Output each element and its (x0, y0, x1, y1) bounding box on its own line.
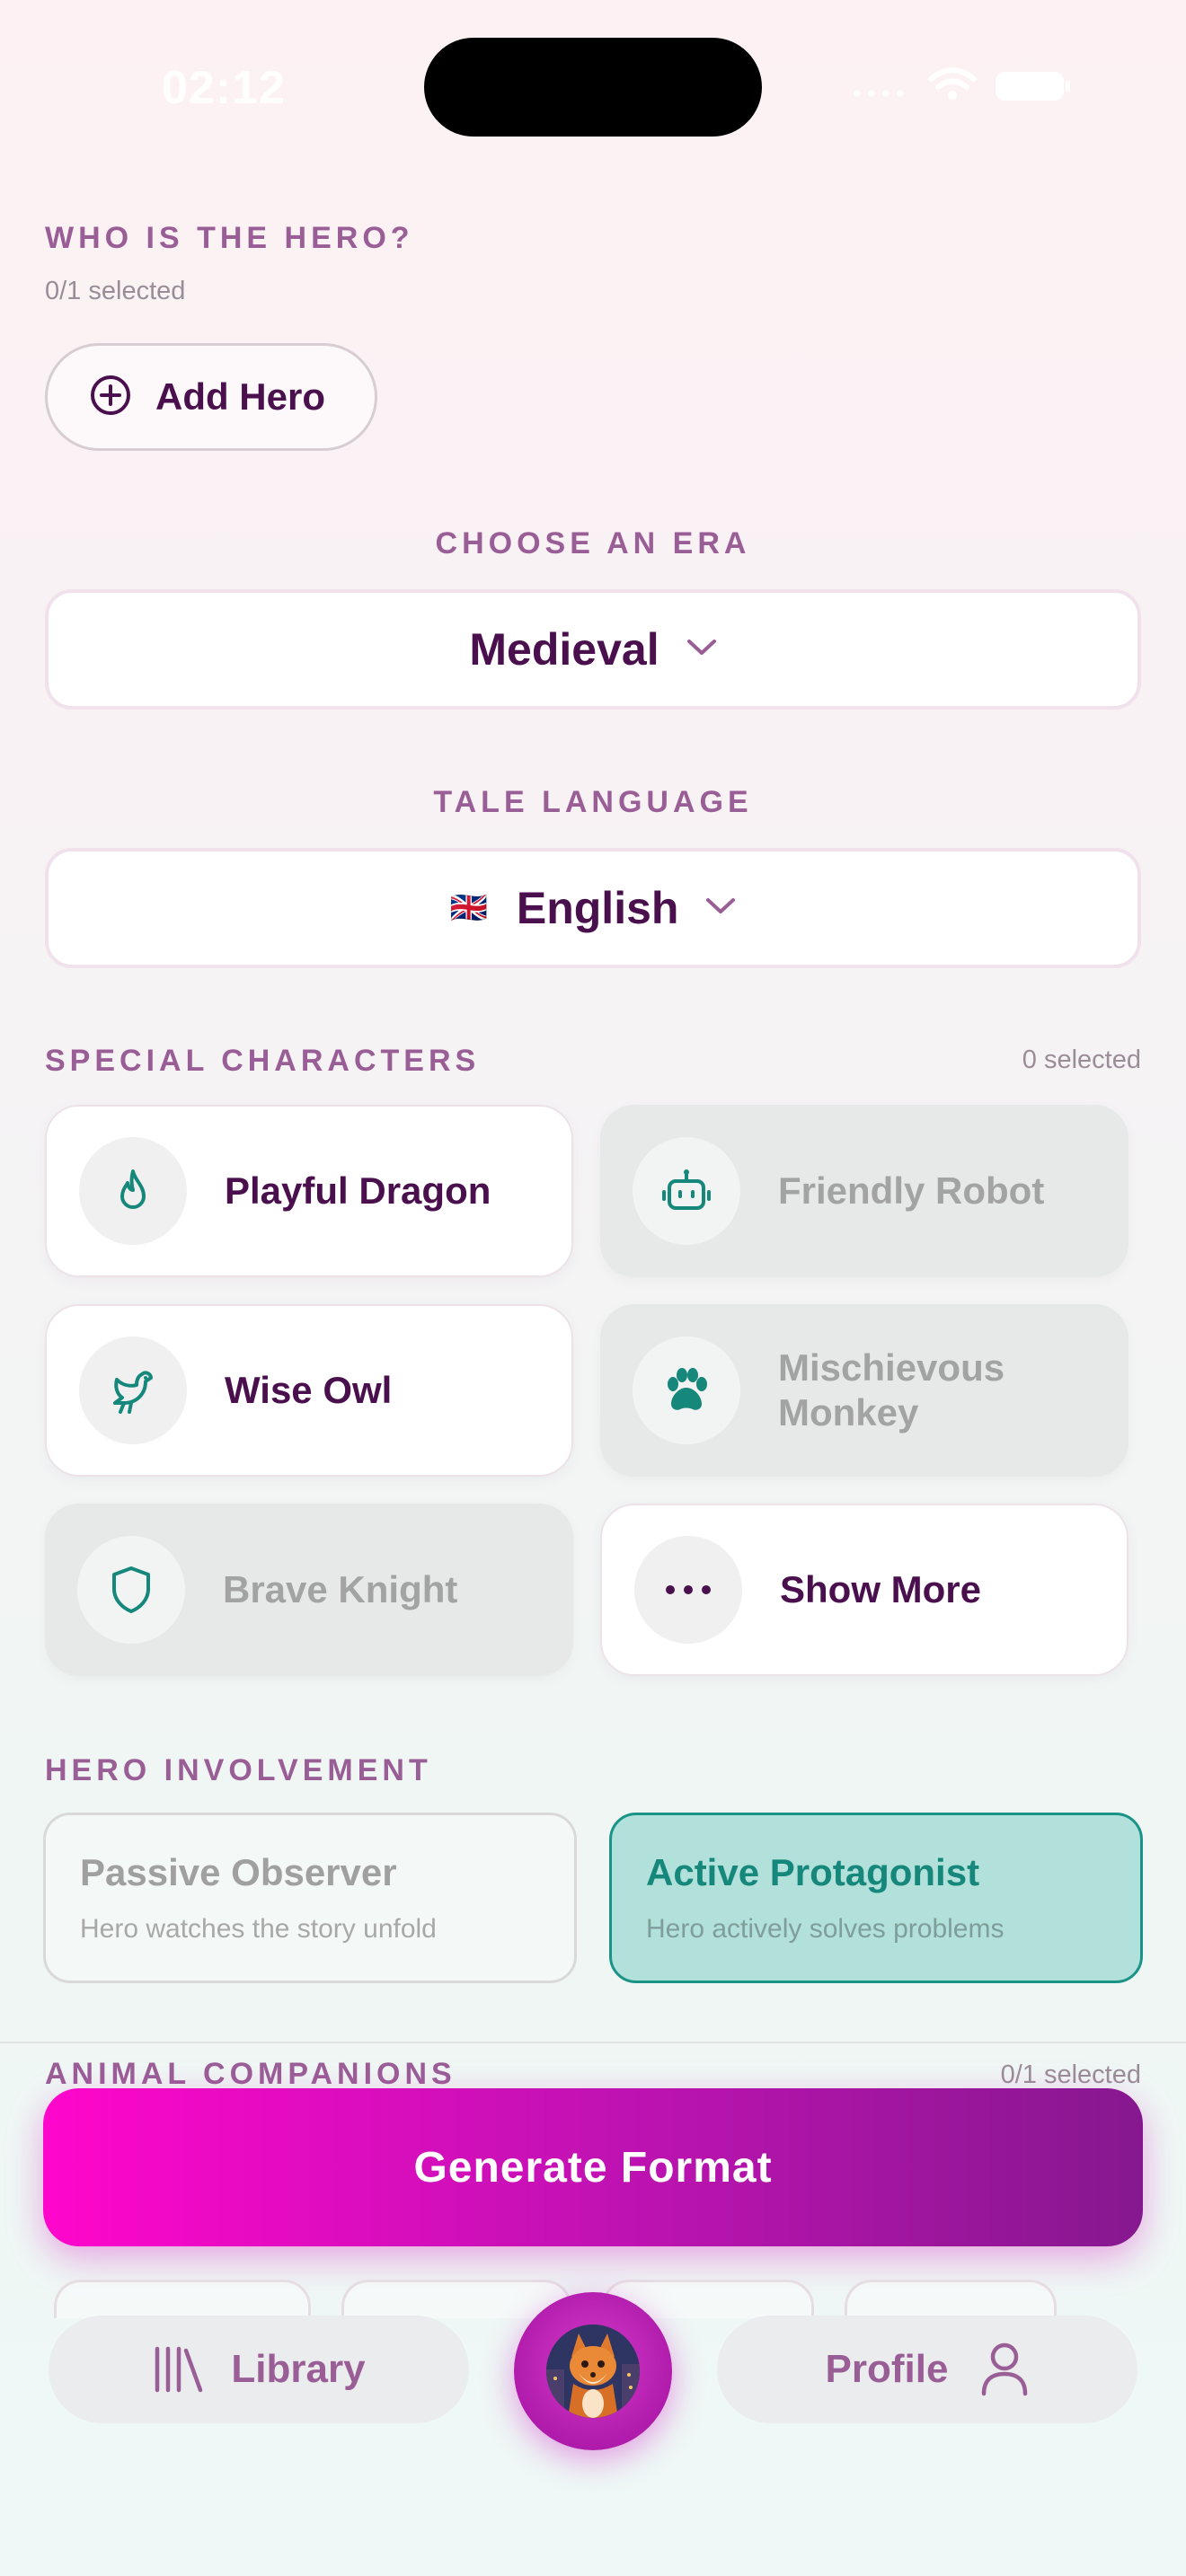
companion-chip (341, 2280, 571, 2318)
chevron-down-icon (686, 639, 717, 661)
animal-companions-title: ANIMAL COMPANIONS (45, 2057, 456, 2091)
involvement-title: Active Protagonist (646, 1851, 980, 1893)
avatar-home-button[interactable] (514, 2292, 672, 2450)
involvement-title: Passive Observer (80, 1851, 397, 1893)
profile-label: Profile (825, 2347, 949, 2391)
add-hero-button[interactable]: Add Hero (45, 343, 377, 451)
signal-icon (854, 67, 1070, 101)
library-icon (152, 2345, 204, 2394)
animal-companions-count: 0/1 selected (1000, 2060, 1141, 2089)
character-label: Brave Knight (223, 1568, 458, 1610)
chevron-down-icon (705, 897, 736, 920)
scroll-divider (0, 2042, 1186, 2043)
character-label: Playful Dragon (225, 1169, 491, 1212)
character-label: Wise Owl (225, 1369, 393, 1411)
special-characters-count: 0 selected (1022, 1045, 1141, 1074)
user-icon (980, 2342, 1029, 2397)
shield-icon (77, 1536, 185, 1644)
era-section-title: CHOOSE AN ERA (435, 526, 751, 560)
special-characters-title: SPECIAL CHARACTERS (45, 1044, 481, 1078)
involvement-description: Hero actively solves problems (646, 1914, 1005, 1944)
character-card-mischievous-monkey[interactable]: Mischievous Monkey (600, 1304, 1128, 1477)
language-section-title: TALE LANGUAGE (433, 785, 753, 819)
status-icons (845, 65, 1078, 104)
show-more-button[interactable]: Show More (600, 1504, 1128, 1676)
era-dropdown[interactable]: Medieval (45, 589, 1141, 710)
paw-icon (633, 1337, 740, 1444)
uk-flag-icon: 🇬🇧 (449, 891, 488, 925)
language-value: English (516, 883, 679, 933)
companion-chip (54, 2280, 311, 2318)
involvement-description: Hero watches the story unfold (80, 1914, 437, 1944)
hero-involvement-title: HERO INVOLVEMENT (45, 1753, 432, 1787)
character-card-wise-owl[interactable]: Wise Owl (45, 1304, 573, 1477)
flame-icon (79, 1137, 187, 1245)
character-label: Mischievous Monkey (778, 1346, 1005, 1434)
dynamic-island (424, 38, 762, 137)
hero-section-title: WHO IS THE HERO? (45, 221, 414, 255)
plus-circle-icon (89, 374, 132, 421)
character-card-friendly-robot[interactable]: Friendly Robot (600, 1105, 1128, 1277)
nav-profile-button[interactable]: Profile (717, 2316, 1137, 2423)
fox-avatar (546, 2325, 640, 2418)
library-label: Library (231, 2347, 366, 2391)
robot-icon (633, 1137, 740, 1245)
character-card-brave-knight[interactable]: Brave Knight (45, 1504, 573, 1676)
nav-library-button[interactable]: Library (49, 2316, 469, 2423)
add-hero-label: Add Hero (155, 375, 325, 418)
bird-icon (79, 1337, 187, 1444)
hero-selected-count: 0/1 selected (45, 277, 186, 305)
involvement-option-passive[interactable]: Passive Observer Hero watches the story … (43, 1813, 577, 1983)
character-label: Friendly Robot (778, 1169, 1045, 1212)
language-dropdown[interactable]: 🇬🇧 English (45, 848, 1141, 968)
more-icon (634, 1536, 742, 1644)
involvement-option-active[interactable]: Active Protagonist Hero actively solves … (609, 1813, 1143, 1983)
status-time: 02:12 (162, 62, 286, 114)
character-card-playful-dragon[interactable]: Playful Dragon (45, 1105, 573, 1277)
companion-chip (845, 2280, 1057, 2318)
era-value: Medieval (469, 624, 659, 675)
show-more-label: Show More (780, 1568, 982, 1610)
generate-button[interactable]: Generate Format (43, 2088, 1143, 2246)
